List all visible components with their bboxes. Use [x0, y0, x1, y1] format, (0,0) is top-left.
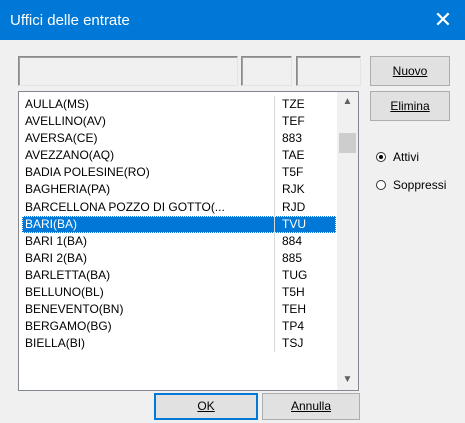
office-code: 883: [282, 131, 303, 146]
code-field-1[interactable]: [241, 56, 292, 86]
list-item[interactable]: AVEZZANO(AQ) TAE: [22, 147, 336, 165]
name-field[interactable]: [18, 56, 238, 86]
office-code: TEH: [282, 302, 306, 317]
list-item[interactable]: AULLA(MS) TZE: [22, 96, 336, 114]
office-name: AVERSA(CE): [25, 131, 98, 146]
office-name: AVEZZANO(AQ): [25, 148, 115, 163]
radio-soppressi[interactable]: Soppressi: [376, 178, 446, 192]
radio-attivi[interactable]: Attivi: [376, 150, 419, 164]
list-item[interactable]: BERGAMO(BG) TP4: [22, 318, 336, 336]
office-name: AULLA(MS): [25, 97, 90, 111]
office-code: TEF: [282, 114, 305, 129]
office-code: TUG: [282, 267, 308, 282]
office-name: BAGHERIA(PA): [25, 182, 111, 197]
office-name: BERGAMO(BG): [25, 319, 112, 334]
list-item[interactable]: BIELLA(BI) TSJ: [22, 335, 336, 353]
office-code: 885: [282, 250, 303, 265]
title-bar: Uffici delle entrate ✕: [0, 0, 465, 40]
list-item[interactable]: BARI 1(BA) 884: [22, 232, 336, 250]
scroll-up-icon[interactable]: ▲: [337, 92, 358, 112]
office-code: TVU: [282, 216, 306, 231]
office-code: 884: [282, 233, 303, 248]
ok-button[interactable]: OK: [154, 393, 258, 420]
office-code: RJD: [282, 199, 306, 214]
office-name: BELLUNO(BL): [25, 285, 104, 300]
office-name: BIELLA(BI): [25, 336, 86, 351]
radio-soppressi-indicator[interactable]: [376, 180, 386, 190]
radio-attivi-label: Attivi: [393, 150, 420, 164]
office-name: BENEVENTO(BN): [25, 302, 124, 317]
ok-button-label: OK: [197, 399, 215, 413]
radio-soppressi-label: Soppressi: [393, 178, 447, 192]
office-code: RJK: [282, 182, 305, 197]
office-name: BARI(BA): [25, 216, 78, 231]
list-item[interactable]: BENEVENTO(BN) TEH: [22, 301, 336, 319]
list-item[interactable]: BAGHERIA(PA) RJK: [22, 181, 336, 199]
nuovo-button-label: Nuovo: [392, 64, 428, 78]
list-item[interactable]: BARI(BA) TVU: [22, 215, 336, 233]
radio-attivi-indicator[interactable]: [376, 152, 386, 162]
elimina-button[interactable]: Elimina: [370, 91, 450, 121]
office-name: BARI 2(BA): [25, 250, 88, 265]
office-code: TP4: [282, 319, 305, 334]
office-code: T5H: [282, 285, 305, 300]
close-icon[interactable]: ✕: [421, 0, 465, 40]
window-title: Uffici delle entrate: [10, 12, 130, 29]
offices-list[interactable]: AULLA(MS) TZE AVELLINO(AV) TEF AVERSA(CE) 883…: [18, 91, 359, 391]
elimina-button-label: Elimina: [390, 99, 430, 113]
list-item[interactable]: AVERSA(CE) 883: [22, 130, 336, 148]
office-name: BARI 1(BA): [25, 233, 88, 248]
vertical-scrollbar[interactable]: ▲ ▼: [337, 92, 358, 390]
list-item[interactable]: BARI 2(BA) 885: [22, 249, 336, 267]
office-code: TAE: [282, 148, 305, 163]
list-item[interactable]: BARLETTA(BA) TUG: [22, 266, 336, 285]
list-item[interactable]: BARCELLONA POZZO DI GOTTO(... RJD: [22, 198, 336, 216]
office-code: TZE: [282, 97, 305, 111]
scroll-thumb[interactable]: [339, 133, 356, 153]
list-rows: AULLA(MS) TZE AVELLINO(AV) TEF AVERSA(CE) 883…: [22, 96, 336, 353]
office-code: T5F: [282, 165, 304, 180]
annulla-button[interactable]: Annulla: [262, 393, 360, 420]
scroll-down-icon[interactable]: ▼: [337, 370, 358, 390]
code-field-2[interactable]: [296, 56, 361, 86]
nuovo-button[interactable]: Nuovo: [370, 56, 450, 86]
list-item[interactable]: AVELLINO(AV) TEF: [22, 113, 336, 131]
annulla-button-label: Annulla: [290, 399, 332, 413]
office-name: BARCELLONA POZZO DI GOTTO(...: [25, 199, 225, 214]
office-name: AVELLINO(AV): [25, 114, 106, 129]
office-name: BADIA POLESINE(RO): [25, 165, 150, 180]
office-name: BARLETTA(BA): [25, 267, 111, 282]
list-item[interactable]: BADIA POLESINE(RO) T5F: [22, 164, 336, 182]
office-code: TSJ: [282, 336, 304, 351]
list-item[interactable]: BELLUNO(BL) T5H: [22, 284, 336, 302]
